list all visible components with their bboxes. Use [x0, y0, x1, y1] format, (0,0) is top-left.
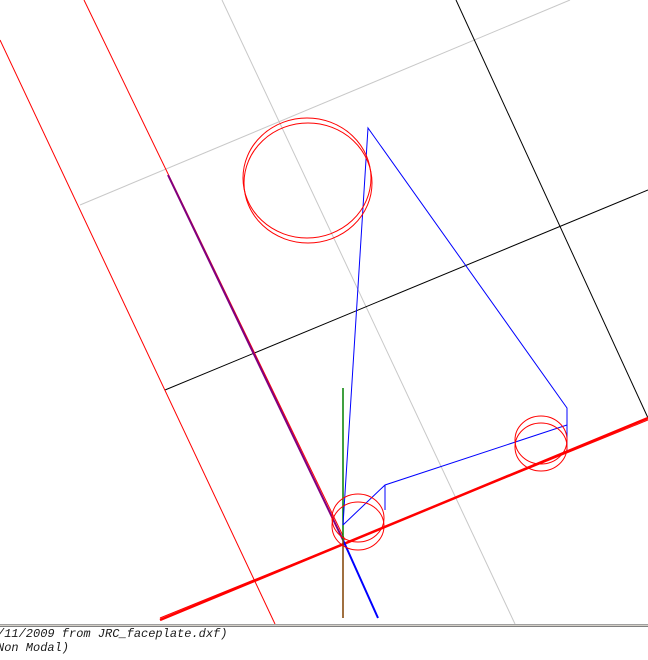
- stock-outline: [0, 0, 648, 624]
- grid-line: [79, 0, 571, 206]
- hole-circle-small-offset[interactable]: [331, 501, 385, 551]
- hole-features[interactable]: [242, 117, 568, 551]
- console-line: Non Modal): [0, 641, 70, 655]
- cad-3d-viewport[interactable]: [0, 0, 648, 624]
- grid-light: [79, 0, 571, 624]
- console-line: /11/2009 from JRC_faceplate.dxf): [0, 627, 228, 641]
- grid-line: [455, 0, 648, 419]
- console-output[interactable]: /11/2009 from JRC_faceplate.dxf) Non Mod…: [0, 626, 648, 660]
- z-axis: [342, 539, 379, 619]
- hole-circle-large[interactable]: [242, 117, 372, 239]
- viewport-canvas[interactable]: [0, 0, 648, 624]
- toolpath-line: [167, 174, 344, 541]
- grid-line: [221, 0, 516, 624]
- grid-line: [164, 189, 648, 391]
- x-axis: [159, 416, 648, 622]
- outline-line: [0, 39, 276, 624]
- hole-circle-small[interactable]: [331, 493, 385, 543]
- grid-dark: [164, 0, 648, 419]
